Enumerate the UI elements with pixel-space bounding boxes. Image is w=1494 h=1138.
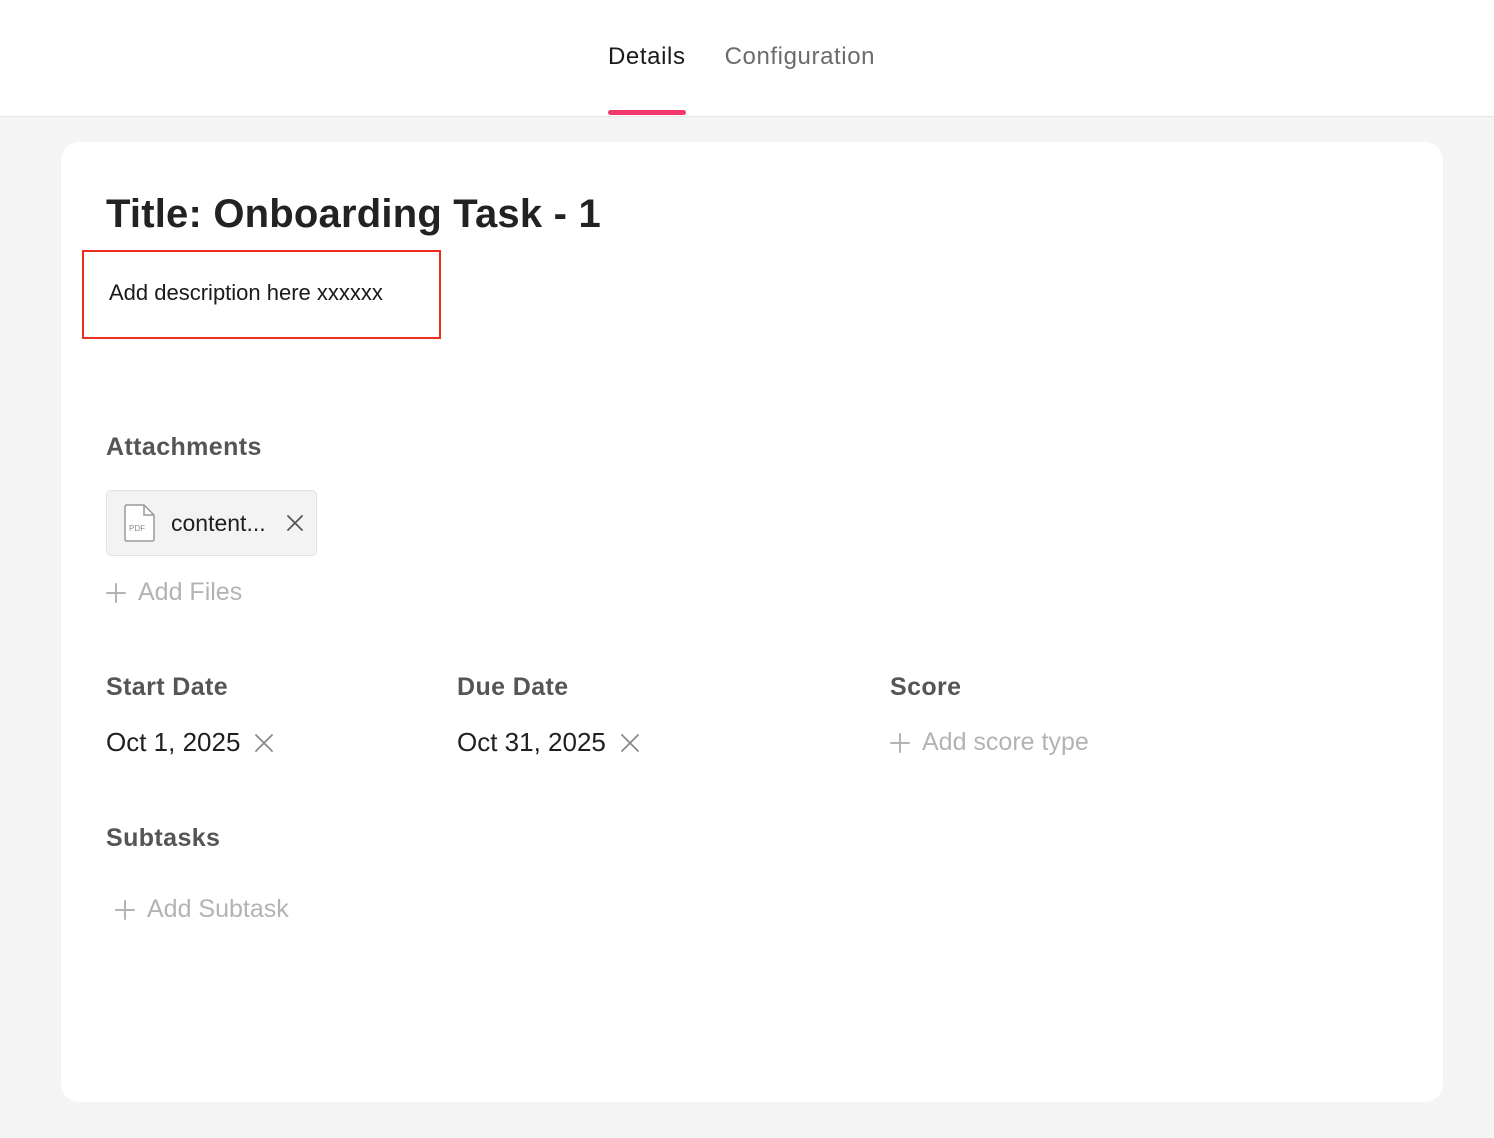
add-files-button[interactable]: Add Files [106, 578, 242, 607]
tab-bar: Details Configuration [608, 0, 875, 116]
add-score-type-button[interactable]: Add score type [890, 728, 1089, 757]
tab-details[interactable]: Details [608, 0, 686, 116]
description-field[interactable]: Add description here xxxxxx [109, 280, 383, 306]
plus-icon [106, 582, 126, 603]
attachments-label: Attachments [106, 433, 262, 461]
attachment-chip[interactable]: PDF content... [106, 490, 317, 556]
score-label: Score [890, 673, 962, 701]
pdf-file-icon: PDF [124, 504, 155, 542]
plus-icon [890, 732, 910, 753]
tab-configuration[interactable]: Configuration [725, 0, 876, 116]
start-date-value[interactable]: Oct 1, 2025 [106, 727, 240, 758]
top-bar: Details Configuration [0, 0, 1494, 117]
task-details-card: Title: Onboarding Task - 1 Add descripti… [61, 142, 1443, 1102]
start-date-label: Start Date [106, 673, 229, 701]
due-date-field[interactable]: Oct 31, 2025 [457, 727, 640, 758]
add-files-label: Add Files [138, 578, 243, 606]
due-date-value[interactable]: Oct 31, 2025 [457, 727, 606, 758]
remove-attachment-icon[interactable] [286, 514, 304, 532]
description-highlight-box: Add description here xxxxxx [82, 250, 441, 339]
add-subtask-button[interactable]: Add Subtask [115, 895, 289, 924]
plus-icon [115, 899, 135, 920]
add-subtask-label: Add Subtask [147, 895, 289, 923]
start-date-field[interactable]: Oct 1, 2025 [106, 727, 274, 758]
svg-text:PDF: PDF [129, 524, 145, 533]
task-title[interactable]: Title: Onboarding Task - 1 [106, 192, 601, 237]
add-score-type-label: Add score type [922, 728, 1089, 756]
due-date-label: Due Date [457, 673, 569, 701]
clear-start-date-icon[interactable] [254, 733, 274, 753]
clear-due-date-icon[interactable] [620, 733, 640, 753]
subtasks-label: Subtasks [106, 824, 221, 852]
attachment-file-name[interactable]: content... [171, 510, 275, 537]
